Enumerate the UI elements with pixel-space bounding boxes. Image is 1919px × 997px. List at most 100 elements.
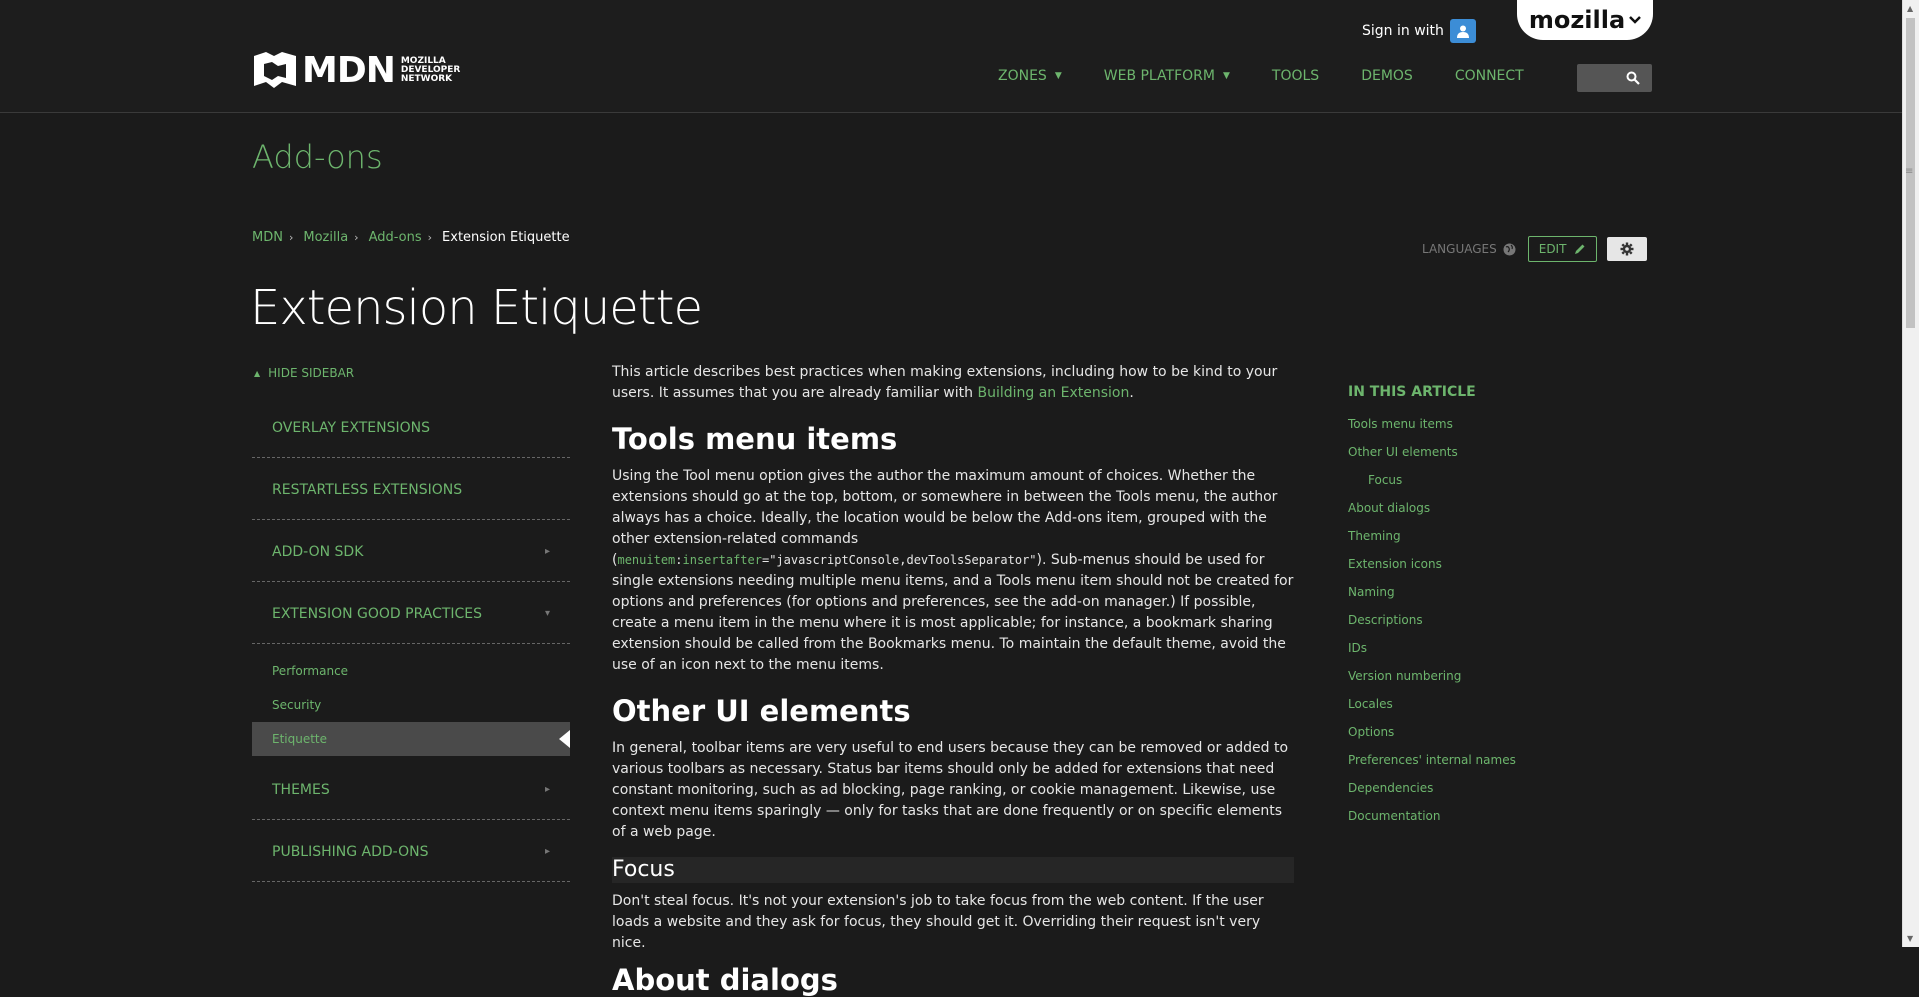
code-attr: menuitem — [617, 553, 676, 567]
nav-connect-label: CONNECT — [1454, 68, 1524, 84]
gear-icon — [1620, 242, 1634, 256]
tools-text-end: ). Sub-menus should be used for single e… — [612, 552, 1294, 673]
hide-sidebar-button[interactable]: ▲ HIDE SIDEBAR — [254, 366, 354, 380]
heading-tools-menu-items: Tools menu items — [612, 422, 898, 456]
sidebar-item-publishing-add-ons[interactable]: PUBLISHING ADD-ONS ▸ — [252, 822, 570, 882]
sidebar-item-extension-good-practices[interactable]: EXTENSION GOOD PRACTICES ▾ — [252, 584, 570, 644]
sign-in-label: Sign in with — [1362, 23, 1444, 39]
sidebar: OVERLAY EXTENSIONS RESTARTLESS EXTENSION… — [252, 398, 570, 884]
sidebar-item-label: RESTARTLESS EXTENSIONS — [272, 481, 463, 498]
chevron-right-icon: ▸ — [544, 784, 550, 795]
sidebar-item-add-on-sdk[interactable]: ADD-ON SDK ▸ — [252, 522, 570, 582]
code-attr: insertafter — [682, 553, 762, 567]
edit-label: EDIT — [1538, 242, 1567, 256]
page-scrollbar[interactable]: ▲ ≡ ▼ — [1902, 0, 1919, 947]
sidebar-item-label: ADD-ON SDK — [272, 543, 364, 560]
toc-item[interactable]: Focus — [1348, 466, 1608, 494]
chevron-down-icon — [1629, 16, 1642, 24]
nav-connect[interactable]: CONNECT — [1455, 68, 1524, 84]
sign-in-button[interactable]: Sign in with — [1362, 18, 1476, 44]
toc-item[interactable]: Naming — [1348, 578, 1608, 606]
sidebar-subitem-label: Security — [272, 698, 322, 712]
toc-item[interactable]: Preferences' internal names — [1348, 746, 1608, 774]
chevron-right-icon: ▸ — [544, 846, 550, 857]
breadcrumb-separator-icon: › — [354, 231, 359, 244]
scroll-grip-icon: ≡ — [1905, 166, 1914, 177]
toc-item[interactable]: Version numbering — [1348, 662, 1608, 690]
search-input[interactable] — [1577, 64, 1652, 92]
toc-item[interactable]: Options — [1348, 718, 1608, 746]
sidebar-subitem-label: Performance — [272, 664, 349, 678]
breadcrumb-current: Extension Etiquette — [442, 230, 570, 245]
caret-up-icon: ▲ — [254, 368, 261, 378]
nav-demos-label: DEMOS — [1361, 68, 1413, 84]
caret-down-icon: ▼ — [1054, 71, 1062, 81]
page-title: Extension Etiquette — [250, 280, 703, 336]
search-icon[interactable] — [1626, 71, 1640, 85]
sidebar-subitem-performance[interactable]: Performance — [252, 654, 570, 688]
logo-text: MDN — [302, 50, 396, 91]
zone-title-link[interactable]: Add-ons — [252, 138, 383, 176]
sidebar-subitem-label: Etiquette — [272, 732, 328, 746]
nav-web-platform[interactable]: WEB PLATFORM ▼ — [1104, 68, 1230, 84]
sidebar-item-label: OVERLAY EXTENSIONS — [272, 419, 430, 436]
scroll-up-icon[interactable]: ▲ — [1907, 4, 1913, 13]
toc-item[interactable]: Documentation — [1348, 802, 1608, 830]
toc-item[interactable]: Tools menu items — [1348, 410, 1608, 438]
nav-zones[interactable]: ZONES ▼ — [998, 68, 1062, 84]
sidebar-item-restartless-extensions[interactable]: RESTARTLESS EXTENSIONS — [252, 460, 570, 520]
toc-item[interactable]: Extension icons — [1348, 550, 1608, 578]
toc-item[interactable]: Dependencies — [1348, 774, 1608, 802]
main-nav: ZONES ▼ WEB PLATFORM ▼ TOOLS DEMOS CONNECT — [998, 68, 1566, 84]
sidebar-subitem-etiquette[interactable]: Etiquette — [252, 722, 570, 756]
nav-zones-label: ZONES — [998, 68, 1047, 84]
code-value: ="javascriptConsole,devToolsSeparator" — [761, 553, 1037, 567]
focus-paragraph: Don't steal focus. It's not your extensi… — [612, 893, 1264, 951]
globe-icon — [1503, 243, 1516, 255]
toc-item[interactable]: Other UI elements — [1348, 438, 1608, 466]
sidebar-item-themes[interactable]: THEMES ▸ — [252, 760, 570, 820]
toc-item[interactable]: Locales — [1348, 690, 1608, 718]
nav-tools-label: TOOLS — [1271, 68, 1320, 84]
mdn-logo[interactable]: MDN MOZILLA DEVELOPER NETWORK — [252, 50, 481, 91]
heading-focus: Focus — [612, 857, 1294, 883]
toc-item[interactable]: About dialogs — [1348, 494, 1608, 522]
page-buttons: LANGUAGES EDIT — [1422, 236, 1648, 262]
code-punct: : — [675, 553, 683, 567]
edit-button[interactable]: EDIT — [1527, 236, 1598, 262]
nav-tools[interactable]: TOOLS — [1272, 68, 1319, 84]
heading-other-ui-elements: Other UI elements — [612, 694, 911, 728]
mozilla-tab-label: mozilla — [1528, 6, 1626, 34]
table-of-contents: IN THIS ARTICLE Tools menu items Other U… — [1348, 384, 1608, 830]
persona-user-icon — [1449, 19, 1476, 43]
mdn-dino-icon — [254, 51, 296, 88]
toc-item[interactable]: IDs — [1348, 634, 1608, 662]
pencil-icon — [1575, 244, 1585, 254]
caret-down-icon: ▼ — [1222, 71, 1230, 81]
breadcrumb-separator-icon: › — [288, 231, 294, 244]
chevron-right-icon: ▸ — [544, 546, 550, 557]
site-header: MDN MOZILLA DEVELOPER NETWORK Sign in wi… — [0, 0, 1903, 113]
building-an-extension-link[interactable]: Building an Extension — [977, 385, 1129, 401]
toc-item[interactable]: Descriptions — [1348, 606, 1608, 634]
sidebar-item-overlay-extensions[interactable]: OVERLAY EXTENSIONS — [252, 398, 570, 458]
breadcrumb-add-ons[interactable]: Add-ons — [369, 230, 422, 245]
breadcrumb-mozilla[interactable]: Mozilla — [303, 230, 348, 245]
breadcrumb-separator-icon: › — [427, 231, 433, 244]
intro-text: This article describes best practices wh… — [612, 364, 1278, 401]
toc-heading: IN THIS ARTICLE — [1348, 384, 1476, 400]
sidebar-subitem-security[interactable]: Security — [252, 688, 570, 722]
hide-sidebar-label: HIDE SIDEBAR — [268, 366, 355, 380]
heading-about-dialogs: About dialogs — [612, 963, 838, 997]
article-intro: This article describes best practices wh… — [612, 362, 1294, 404]
toc-item[interactable]: Theming — [1348, 522, 1608, 550]
scroll-down-icon[interactable]: ▼ — [1907, 934, 1913, 943]
nav-demos[interactable]: DEMOS — [1361, 68, 1413, 84]
mozilla-tab[interactable]: mozilla — [1517, 0, 1653, 40]
settings-button[interactable] — [1607, 237, 1648, 261]
languages-button[interactable]: LANGUAGES — [1422, 242, 1516, 256]
breadcrumb-mdn[interactable]: MDN — [252, 230, 283, 245]
sidebar-item-label: PUBLISHING ADD-ONS — [272, 843, 429, 860]
nav-web-platform-label: WEB PLATFORM — [1103, 68, 1215, 84]
sidebar-item-label: THEMES — [272, 781, 330, 798]
